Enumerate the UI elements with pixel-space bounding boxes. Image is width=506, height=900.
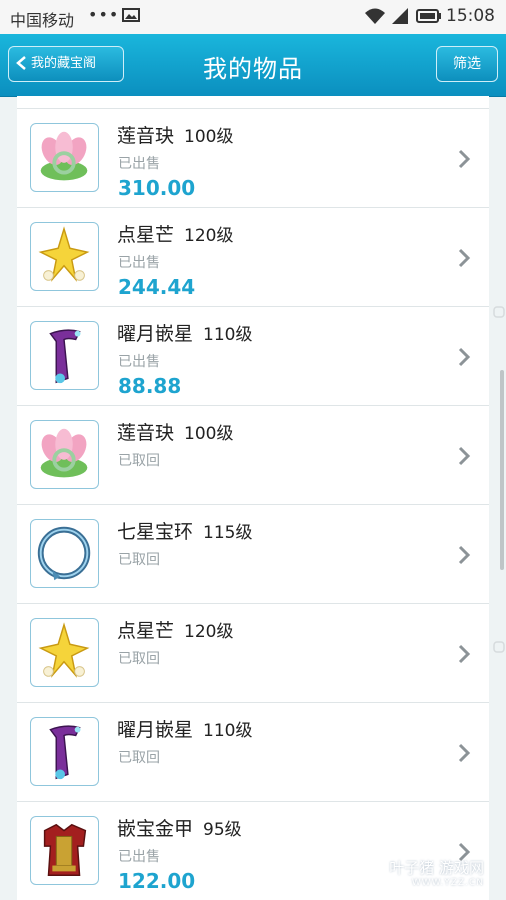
list-item[interactable]: 曜月嵌星 110级 已取回 <box>17 703 489 802</box>
app-header: 我的藏宝阁 我的物品 筛选 <box>0 34 506 97</box>
lotus-pendant-icon <box>40 131 88 181</box>
blue-ring-icon <box>37 526 91 581</box>
list-item[interactable]: 莲音玦 100级 已取回 <box>17 406 489 505</box>
item-name: 莲音玦 <box>117 422 175 444</box>
side-decoration-icon <box>493 306 505 318</box>
item-status: 已取回 <box>118 552 160 568</box>
list-top-edge <box>17 96 489 109</box>
item-price: 88.88 <box>118 374 182 398</box>
item-name: 嵌宝金甲 <box>117 818 194 840</box>
item-level: 110级 <box>203 721 253 741</box>
chevron-right-icon <box>458 446 471 466</box>
purple-staff-icon <box>49 329 81 384</box>
list-item[interactable]: 曜月嵌星 110级 已出售 88.88 <box>17 307 489 406</box>
lotus-pendant-icon <box>40 428 88 478</box>
watermark-brand: 叶子猪 <box>389 859 435 877</box>
item-name-row: 曜月嵌星 110级 <box>117 715 252 742</box>
item-list: 莲音玦 100级 已出售 310.00 点星芒 120级 已出售 244.44 <box>17 96 489 900</box>
item-price: 310.00 <box>118 176 196 200</box>
notification-dots: ••• <box>88 5 120 24</box>
item-thumbnail <box>30 618 99 687</box>
item-name: 七星宝环 <box>117 521 194 543</box>
item-thumbnail <box>30 123 99 192</box>
list-item[interactable]: 七星宝环 115级 已取回 <box>17 505 489 604</box>
item-name-row: 嵌宝金甲 95级 <box>117 814 242 841</box>
chevron-right-icon <box>458 545 471 565</box>
gold-armor-icon <box>43 823 87 876</box>
list-item[interactable]: 点星芒 120级 已取回 <box>17 604 489 703</box>
watermark: 叶子猪 游戏网 WWW.YZZ.CN <box>389 857 484 888</box>
chevron-right-icon <box>458 644 471 664</box>
wifi-icon <box>365 8 385 24</box>
item-name-row: 莲音玦 100级 <box>117 121 233 148</box>
item-level: 120级 <box>184 622 234 642</box>
item-price: 244.44 <box>118 275 196 299</box>
scrollbar[interactable] <box>500 370 504 570</box>
clock: 15:08 <box>446 6 495 26</box>
signal-icon <box>392 8 408 24</box>
item-name: 点星芒 <box>117 224 175 246</box>
item-status: 已出售 <box>118 156 160 172</box>
status-bar: 中国移动 ••• 15:08 <box>0 0 506 34</box>
item-level: 115级 <box>203 523 253 543</box>
item-name-row: 莲音玦 100级 <box>117 418 233 445</box>
item-status: 已出售 <box>118 255 160 271</box>
watermark-url: WWW.YZZ.CN <box>411 878 484 888</box>
item-name-row: 曜月嵌星 110级 <box>117 319 252 346</box>
item-price: 122.00 <box>118 869 196 893</box>
item-name: 曜月嵌星 <box>117 719 194 741</box>
purple-staff-icon <box>49 725 81 780</box>
item-thumbnail <box>30 519 99 588</box>
item-name-row: 七星宝环 115级 <box>117 517 252 544</box>
carrier-name: 中国移动 <box>10 11 75 30</box>
page-title: 我的物品 <box>203 55 303 83</box>
filter-button[interactable]: 筛选 <box>436 46 498 82</box>
battery-icon <box>416 9 441 23</box>
item-name: 点星芒 <box>117 620 175 642</box>
item-thumbnail <box>30 816 99 885</box>
item-status: 已出售 <box>118 849 160 865</box>
item-thumbnail <box>30 420 99 489</box>
list-item[interactable]: 点星芒 120级 已出售 244.44 <box>17 208 489 307</box>
item-status: 已出售 <box>118 354 160 370</box>
item-status: 已取回 <box>118 453 160 469</box>
item-status: 已取回 <box>118 651 160 667</box>
chevron-right-icon <box>458 347 471 367</box>
item-name-row: 点星芒 120级 <box>117 220 233 247</box>
gold-earring-icon <box>38 226 90 282</box>
item-level: 120级 <box>184 226 234 246</box>
item-thumbnail <box>30 717 99 786</box>
watermark-subtitle: 游戏网 <box>438 859 484 877</box>
chevron-right-icon <box>458 743 471 763</box>
chevron-right-icon <box>458 248 471 268</box>
item-thumbnail <box>30 321 99 390</box>
item-name: 曜月嵌星 <box>117 323 194 345</box>
list-item[interactable]: 莲音玦 100级 已出售 310.00 <box>17 109 489 208</box>
image-notification-icon <box>122 8 140 22</box>
item-status: 已取回 <box>118 750 160 766</box>
item-name: 莲音玦 <box>117 125 175 147</box>
item-name-row: 点星芒 120级 <box>117 616 233 643</box>
item-level: 100级 <box>184 424 234 444</box>
item-level: 95级 <box>203 820 242 840</box>
item-level: 100级 <box>184 127 234 147</box>
gold-earring-icon <box>38 622 90 678</box>
item-level: 110级 <box>203 325 253 345</box>
item-thumbnail <box>30 222 99 291</box>
chevron-right-icon <box>458 149 471 169</box>
side-decoration-icon <box>493 641 505 653</box>
